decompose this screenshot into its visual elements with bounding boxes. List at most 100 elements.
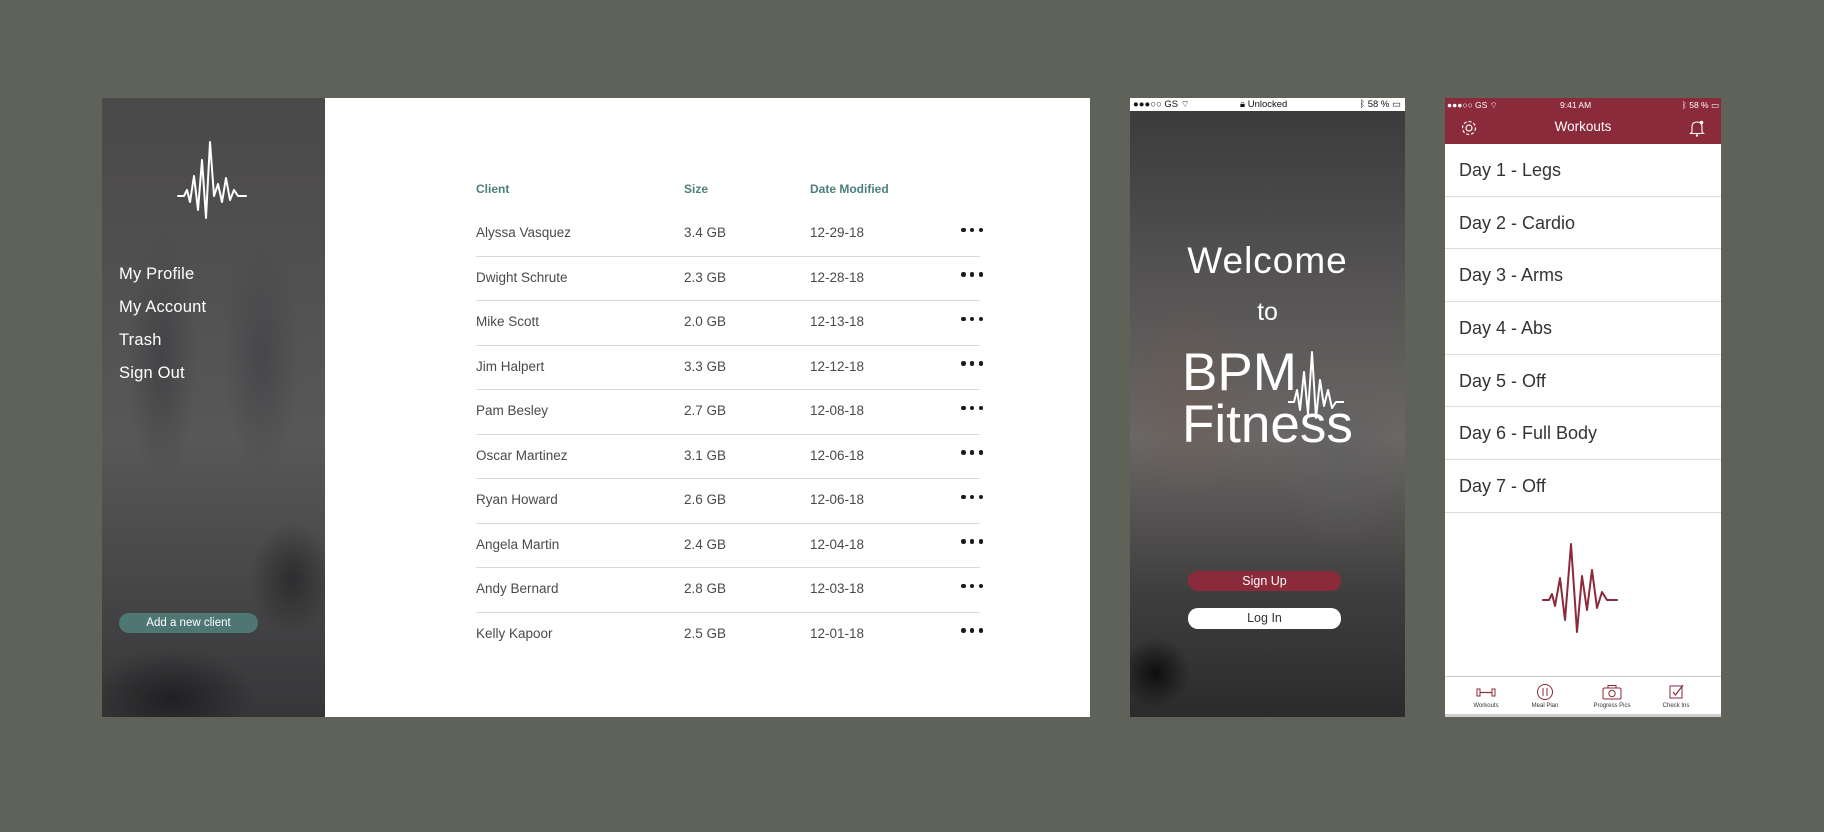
workout-day-item[interactable]: Day 2 - Cardio xyxy=(1445,197,1721,250)
tab-workouts[interactable]: Workouts xyxy=(1456,683,1516,709)
sidebar-item-my-account[interactable]: My Account xyxy=(119,291,206,324)
welcome-screen: ●●●○○ GS ⌔ 🔒︎ Unlocked ᛒ 58 % ▭ Welcome … xyxy=(1130,98,1405,717)
client-size: 2.7 GB xyxy=(684,403,727,418)
more-options-icon[interactable] xyxy=(961,222,983,238)
client-size: 3.1 GB xyxy=(684,447,727,463)
table-row[interactable]: Kelly Kapoor 2.5 GB 12-01-18 xyxy=(476,613,983,658)
client-date: 12-08-18 xyxy=(810,403,865,418)
more-options-icon[interactable] xyxy=(961,534,983,550)
lock-icon: 🔒︎ xyxy=(1240,99,1246,110)
table-row[interactable]: Mike Scott 2.0 GB 12-13-18 xyxy=(476,301,983,346)
client-name: Alyssa Vasquez xyxy=(476,225,572,240)
client-date: 12-28-18 xyxy=(810,269,865,285)
camera-icon xyxy=(1602,685,1622,700)
wifi-icon: ⌔ xyxy=(1489,100,1498,110)
sign-up-button[interactable]: Sign Up xyxy=(1188,571,1341,591)
table-row[interactable]: Alyssa Vasquez 3.4 GB 12-29-18 xyxy=(476,212,983,257)
client-size: 2.4 GB xyxy=(684,536,727,552)
client-rows: Alyssa Vasquez 3.4 GB 12-29-18 Dwight Schru… xyxy=(476,212,983,658)
page-title: Workouts xyxy=(1554,119,1612,134)
sidebar-item-trash[interactable]: Trash xyxy=(119,324,206,357)
more-options-icon[interactable] xyxy=(961,578,983,594)
tab-progress-pics[interactable]: Progress Pics xyxy=(1582,683,1642,709)
battery-percent: 58 % xyxy=(1689,100,1709,110)
status-bar: ●●●○○ GS ⌔ 9:41 AM ᛒ 58 % ▭ xyxy=(1445,98,1721,111)
client-size: 3.4 GB xyxy=(684,225,727,240)
workout-list: Day 1 - Legs Day 2 - Cardio Day 3 - Arms Da… xyxy=(1445,144,1721,513)
client-date: 12-06-18 xyxy=(810,447,865,463)
status-bar: ●●●○○ GS ⌔ 🔒︎ Unlocked ᛒ 58 % ▭ xyxy=(1130,98,1405,111)
carrier-signal: ●●●○○ GS ⌔ xyxy=(1133,99,1190,110)
table-row[interactable]: Pam Besley 2.7 GB 12-08-18 xyxy=(476,390,983,435)
more-options-icon[interactable] xyxy=(961,489,983,505)
tab-meal-plan[interactable]: Meal Plan xyxy=(1515,683,1575,709)
mockup-stage: My Profile My Account Trash Sign Out Add… xyxy=(0,0,1824,832)
client-date: 12-13-18 xyxy=(810,314,865,329)
brand-name-line1: BPM xyxy=(1182,343,1297,402)
heartbeat-logo-icon xyxy=(1542,543,1618,633)
workout-day-item[interactable]: Day 6 - Full Body xyxy=(1445,407,1721,461)
tab-label: Meal Plan xyxy=(1531,703,1559,709)
navigation-bar: Workouts xyxy=(1445,111,1721,144)
table-row[interactable]: Andy Bernard 2.8 GB 12-03-18 xyxy=(476,568,983,613)
column-header-size[interactable]: Size xyxy=(684,182,708,196)
table-row[interactable]: Jim Halpert 3.3 GB 12-12-18 xyxy=(476,346,983,390)
more-options-icon[interactable] xyxy=(961,445,983,461)
sidebar-menu: My Profile My Account Trash Sign Out xyxy=(119,258,206,390)
client-date: 12-29-18 xyxy=(810,225,865,240)
sidebar-item-sign-out[interactable]: Sign Out xyxy=(119,357,206,390)
column-header-client[interactable]: Client xyxy=(476,182,509,196)
carrier-text: ●●●○○ GS xyxy=(1447,100,1488,110)
tab-check-ins[interactable]: Check Ins xyxy=(1646,683,1706,709)
client-name: Angela Martin xyxy=(476,536,560,552)
client-size: 2.6 GB xyxy=(684,492,727,507)
client-date: 12-04-18 xyxy=(810,536,865,552)
client-name: Kelly Kapoor xyxy=(476,625,553,641)
client-name: Mike Scott xyxy=(476,314,540,329)
add-client-button[interactable]: Add a new client xyxy=(119,613,258,633)
workout-day-item[interactable]: Day 7 - Off xyxy=(1445,460,1721,513)
table-row[interactable]: Dwight Schrute 2.3 GB 12-28-18 xyxy=(476,257,983,301)
dumbbell-icon xyxy=(1476,688,1496,697)
battery-percent: 58 % xyxy=(1367,99,1390,110)
battery-status: ᛒ 58 % ▭ xyxy=(1359,99,1401,110)
battery-icon: ▭ xyxy=(1710,100,1719,110)
client-date: 12-03-18 xyxy=(810,581,865,596)
battery-status: ᛒ 58 % ▭ xyxy=(1682,100,1719,111)
workout-day-item[interactable]: Day 4 - Abs xyxy=(1445,302,1721,355)
workout-day-item[interactable]: Day 3 - Arms xyxy=(1445,249,1721,303)
client-name: Dwight Schrute xyxy=(476,269,568,285)
workout-day-item[interactable]: Day 1 - Legs xyxy=(1445,144,1721,197)
log-in-button[interactable]: Log In xyxy=(1188,608,1341,629)
more-options-icon[interactable] xyxy=(961,400,983,416)
more-options-icon[interactable] xyxy=(961,311,983,327)
table-row[interactable]: Angela Martin 2.4 GB 12-04-18 xyxy=(476,524,983,568)
workouts-screen: ●●●○○ GS ⌔ 9:41 AM ᛒ 58 % ▭ Workouts Day xyxy=(1445,98,1721,717)
heartbeat-logo-icon xyxy=(177,141,247,219)
table-row[interactable]: Ryan Howard 2.6 GB 12-06-18 xyxy=(476,479,983,524)
column-header-date[interactable]: Date Modified xyxy=(810,182,889,196)
carrier-signal: ●●●○○ GS ⌔ xyxy=(1447,100,1498,111)
table-row[interactable]: Oscar Martinez 3.1 GB 12-06-18 xyxy=(476,435,983,479)
welcome-to: to xyxy=(1257,298,1278,326)
brand-name-line2: Fitness xyxy=(1182,395,1353,454)
wifi-icon: ⌔ xyxy=(1180,99,1190,110)
bell-icon[interactable] xyxy=(1687,118,1707,138)
bluetooth-icon: ᛒ xyxy=(1681,100,1687,110)
more-options-icon[interactable] xyxy=(961,356,983,372)
welcome-heading: Welcome xyxy=(1187,240,1348,281)
checkbox-icon xyxy=(1669,684,1684,699)
more-options-icon[interactable] xyxy=(961,267,983,283)
client-size: 3.3 GB xyxy=(684,358,727,374)
client-size: 2.5 GB xyxy=(684,625,727,641)
client-date: 12-01-18 xyxy=(810,625,865,641)
client-name: Ryan Howard xyxy=(476,492,558,507)
client-date: 12-06-18 xyxy=(810,492,865,507)
more-options-icon[interactable] xyxy=(961,623,983,639)
tab-label: Check Ins xyxy=(1662,703,1690,709)
workout-day-item[interactable]: Day 5 - Off xyxy=(1445,355,1721,408)
sidebar: My Profile My Account Trash Sign Out Add… xyxy=(102,98,325,717)
sidebar-item-my-profile[interactable]: My Profile xyxy=(119,258,206,291)
bluetooth-icon: ᛒ xyxy=(1359,99,1366,110)
tab-label: Workouts xyxy=(1473,703,1499,709)
